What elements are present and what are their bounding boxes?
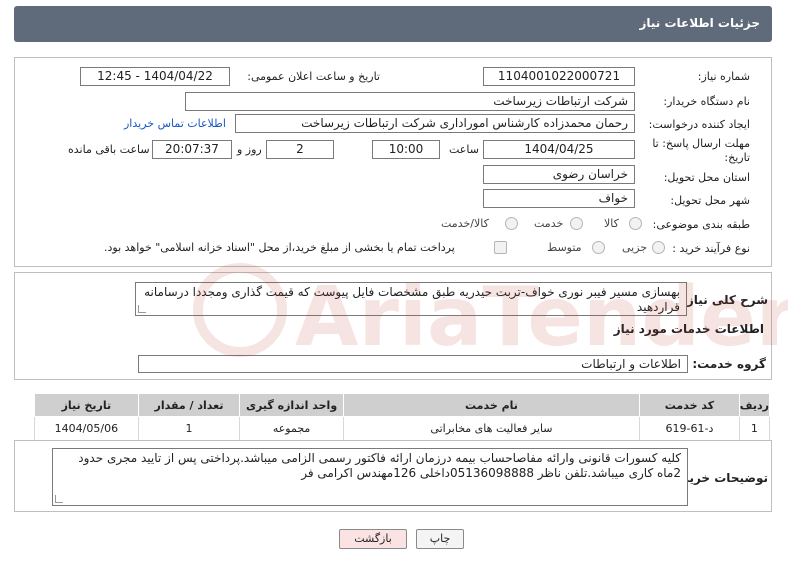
deadline-time-label: ساعت [449,143,479,156]
remaining-time-field: 20:07:37 [152,140,232,159]
days-label: روز و [237,143,262,156]
resize-handle-icon[interactable] [55,495,63,503]
services-section-title: اطلاعات خدمات مورد نیاز [613,322,764,336]
page-title: جزئیات اطلاعات نیاز [639,16,760,30]
summary-label: شرح کلی نیاز: [682,293,768,307]
cell-service-name: سایر فعالیت های مخابراتی [342,416,641,441]
col-service-code: کد خدمت [639,393,740,417]
process-label: نوع فرآیند خرید : [672,242,750,255]
process-option-medium: متوسط [547,241,582,254]
print-button[interactable]: چاپ [416,529,464,549]
table-header-row: ردیف کد خدمت نام خدمت واحد اندازه گیری ت… [34,393,771,417]
cell-service-code: د-61-619 [639,416,740,441]
category-radio-service[interactable] [570,217,583,230]
category-radio-goods[interactable] [629,217,642,230]
requester-field: رحمان محمدزاده کارشناس اموراداری شرکت ار… [235,114,635,133]
category-label: طبقه بندی موضوعی: [652,218,750,231]
cell-row-number: 1 [738,416,771,441]
process-radio-minor[interactable] [652,241,665,254]
category-option-goods-service: کالا/خدمت [441,217,489,230]
summary-textarea: بهسازی مسیر فیبر نوری خواف-تربت حیدریه ط… [135,282,687,316]
city-label: شهر محل تحویل: [670,194,750,207]
category-option-service: خدمت [534,217,564,230]
deadline-label: مهلت ارسال پاسخ: تا تاریخ: [652,137,750,164]
col-unit: واحد اندازه گیری [239,393,344,417]
summary-text: بهسازی مسیر فیبر نوری خواف-تربت حیدریه ط… [144,285,680,314]
requester-label: ایجاد کننده درخواست: [648,118,750,131]
treasury-payment-note: پرداخت تمام یا بخشی از مبلغ خرید،از محل … [104,241,455,254]
category-radio-goods-service[interactable] [505,217,518,230]
service-group-field: اطلاعات و ارتباطات [138,355,688,373]
page-header: جزئیات اطلاعات نیاز [14,6,772,42]
city-field: خواف [483,189,635,208]
col-need-date: تاریخ نیاز [34,393,139,417]
deadline-date-field: 1404/04/25 [483,140,635,159]
treasury-payment-checkbox[interactable] [494,241,507,254]
cell-need-date: 1404/05/06 [34,416,139,441]
category-option-goods: کالا [604,217,619,230]
cell-quantity: 1 [137,416,241,441]
table-row: 1 د-61-619 سایر فعالیت های مخابراتی مجمو… [34,416,771,441]
need-number-label: شماره نیاز: [697,70,750,83]
service-group-label: گروه خدمت: [692,357,766,371]
remaining-label: ساعت باقی مانده [68,143,150,156]
col-quantity: تعداد / مقدار [137,393,241,417]
back-button[interactable]: بازگشت [339,529,407,549]
services-table: ردیف کد خدمت نام خدمت واحد اندازه گیری ت… [34,393,771,441]
need-number-field: 1104001022000721 [483,67,635,86]
province-field: خراسان رضوی [483,165,635,184]
process-option-minor: جزیی [622,241,648,254]
buyer-org-label: نام دستگاه خریدار: [663,95,750,108]
col-row-number: ردیف [738,393,771,417]
announce-label: تاریخ و ساعت اعلان عمومی: [247,70,380,83]
province-label: استان محل تحویل: [663,171,750,184]
cell-unit: مجموعه [239,416,344,441]
announce-field: 1404/04/22 - 12:45 [80,67,230,86]
col-service-name: نام خدمت [342,393,641,417]
notes-text: کلیه کسورات قانونی وارائه مفاصاحساب بیمه… [78,451,681,480]
buyer-org-field: شرکت ارتباطات زیرساخت [185,92,635,111]
buyer-contact-link[interactable]: اطلاعات تماس خریدار [124,117,226,130]
notes-textarea: کلیه کسورات قانونی وارائه مفاصاحساب بیمه… [52,448,688,506]
days-field: 2 [266,140,334,159]
process-radio-medium[interactable] [592,241,605,254]
deadline-time-field: 10:00 [372,140,440,159]
resize-handle-icon[interactable] [138,305,146,313]
